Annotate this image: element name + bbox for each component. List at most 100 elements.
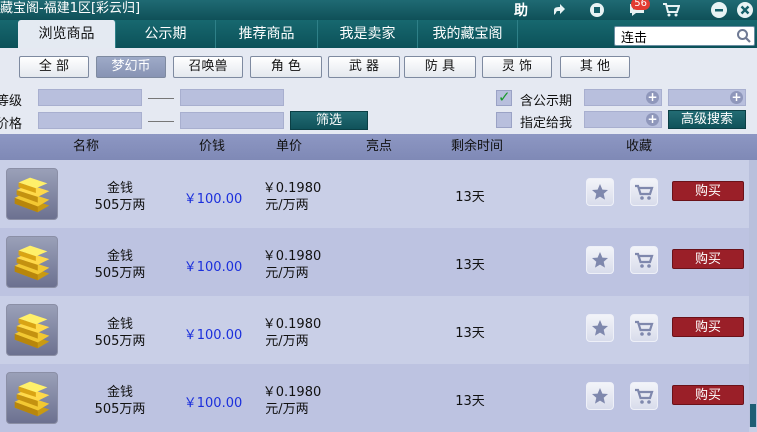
- level-range-dash: [148, 98, 174, 99]
- buy-button[interactable]: 购买: [672, 181, 744, 201]
- favorite-button[interactable]: [586, 178, 614, 206]
- category-bar: 全 部 梦幻币 召唤兽 角 色 武 器 防 具 灵 饰 其 他: [0, 48, 757, 86]
- add-to-cart-button[interactable]: [630, 246, 658, 274]
- scrollbar[interactable]: [749, 160, 757, 427]
- share-button[interactable]: [544, 0, 574, 20]
- header-price: 价钱: [199, 139, 226, 154]
- plus-icon: +: [730, 90, 743, 104]
- advanced-search-button[interactable]: 高级搜索: [668, 110, 746, 129]
- search-input[interactable]: [615, 27, 733, 46]
- gold-ingot-icon[interactable]: [6, 168, 58, 220]
- cart-icon: [663, 3, 680, 17]
- assigned-to-me-label: 指定给我: [520, 116, 573, 131]
- search-icon[interactable]: [736, 28, 752, 44]
- unit-price-unit: 元/万两: [265, 198, 309, 213]
- price-min-input[interactable]: [38, 112, 142, 129]
- plus-icon: +: [646, 112, 659, 126]
- scrollbar-thumb[interactable]: [750, 404, 756, 427]
- tab-my-treasure[interactable]: 我的藏宝阁: [418, 20, 518, 48]
- close-button[interactable]: [730, 0, 757, 20]
- share-icon: [554, 4, 565, 15]
- gold-ingot-icon[interactable]: [6, 372, 58, 424]
- unit-price-unit: 元/万两: [265, 334, 309, 349]
- table-row[interactable]: 金钱 505万两 ￥100.00 ￥0.1980 元/万两 13天 购买: [0, 160, 749, 228]
- cart-icon: [635, 252, 654, 268]
- buy-button[interactable]: 购买: [672, 249, 744, 269]
- plus-icon: +: [646, 90, 659, 104]
- item-price: ￥100.00: [183, 260, 243, 275]
- cart-icon: [635, 184, 654, 200]
- title-bar: 藏宝阁-福建1区[彩云归] 助 56: [0, 0, 757, 20]
- item-price: ￥100.00: [183, 396, 243, 411]
- item-quantity: 505万两: [94, 198, 146, 213]
- unit-price-unit: 元/万两: [265, 266, 309, 281]
- category-accessories[interactable]: 灵 饰: [482, 56, 552, 78]
- remaining-time: 13天: [455, 190, 485, 205]
- buy-button[interactable]: 购买: [672, 385, 744, 405]
- cart-button[interactable]: [656, 0, 686, 20]
- cart-icon: [635, 388, 654, 404]
- favorite-button[interactable]: [586, 382, 614, 410]
- header-unit-price: 单价: [276, 139, 303, 154]
- category-pets[interactable]: 召唤兽: [173, 56, 243, 78]
- stop-icon: [590, 3, 604, 17]
- messages-button[interactable]: 56: [622, 0, 652, 20]
- category-weapons[interactable]: 武 器: [328, 56, 400, 78]
- window-title: 藏宝阁-福建1区[彩云归]: [0, 1, 141, 16]
- item-price: ￥100.00: [183, 328, 243, 343]
- table-row[interactable]: 金钱 505万两 ￥100.00 ￥0.1980 元/万两 13天 购买: [0, 228, 749, 296]
- level-min-input[interactable]: [38, 89, 142, 106]
- header-highlight: 亮点: [366, 139, 393, 154]
- server-select-1[interactable]: +: [584, 89, 662, 106]
- close-icon: [737, 2, 753, 18]
- price-max-input[interactable]: [180, 112, 284, 129]
- item-quantity: 505万两: [94, 334, 146, 349]
- header-remaining-time: 剩余时间: [451, 139, 504, 154]
- favorite-button[interactable]: [586, 314, 614, 342]
- add-to-cart-button[interactable]: [630, 314, 658, 342]
- add-to-cart-button[interactable]: [630, 178, 658, 206]
- cart-icon: [635, 320, 654, 336]
- include-public-label: 含公示期: [520, 94, 573, 109]
- table-header: 名称 价钱 单价 亮点 剩余时间 收藏: [0, 134, 757, 160]
- add-to-cart-button[interactable]: [630, 382, 658, 410]
- star-icon: [592, 184, 608, 200]
- gold-ingot-icon[interactable]: [6, 304, 58, 356]
- include-public-checkbox[interactable]: [496, 88, 512, 106]
- remaining-time: 13天: [455, 326, 485, 341]
- favorite-button[interactable]: [586, 246, 614, 274]
- search-box: [614, 26, 755, 46]
- table-row[interactable]: 金钱 505万两 ￥100.00 ￥0.1980 元/万两 13天 购买: [0, 296, 749, 364]
- category-armor[interactable]: 防 具: [404, 56, 476, 78]
- stop-button[interactable]: [582, 0, 612, 20]
- server-select-2[interactable]: +: [668, 89, 746, 106]
- header-favorite: 收藏: [626, 139, 653, 154]
- tab-seller[interactable]: 我是卖家: [318, 20, 418, 48]
- tab-public[interactable]: 公示期: [116, 20, 216, 48]
- star-icon: [592, 388, 608, 404]
- filter-panel: 等级 价格 筛选 含公示期 + + 指定给我 + 高级搜索: [0, 86, 757, 134]
- header-name: 名称: [73, 139, 100, 154]
- tab-recommended[interactable]: 推荐商品: [216, 20, 318, 48]
- table-row[interactable]: 金钱 505万两 ￥100.00 ￥0.1980 元/万两 13天 购买: [0, 364, 749, 432]
- category-currency[interactable]: 梦幻币: [96, 56, 166, 78]
- star-icon: [592, 252, 608, 268]
- price-range-dash: [148, 121, 174, 122]
- level-label: 等级: [0, 94, 23, 109]
- filter-button[interactable]: 筛选: [290, 111, 368, 130]
- buy-button[interactable]: 购买: [672, 317, 744, 337]
- level-max-input[interactable]: [180, 89, 284, 106]
- server-select-3[interactable]: +: [584, 111, 662, 128]
- gold-ingot-icon[interactable]: [6, 236, 58, 288]
- category-other[interactable]: 其 他: [560, 56, 630, 78]
- help-button[interactable]: 助: [506, 0, 536, 20]
- tab-browse[interactable]: 浏览商品: [18, 20, 116, 48]
- item-quantity: 505万两: [94, 402, 146, 417]
- remaining-time: 13天: [455, 258, 485, 273]
- category-characters[interactable]: 角 色: [250, 56, 322, 78]
- category-all[interactable]: 全 部: [19, 56, 89, 78]
- assigned-to-me-checkbox[interactable]: [496, 112, 512, 128]
- price-label: 价格: [0, 117, 23, 132]
- unit-price-unit: 元/万两: [265, 402, 309, 417]
- help-icon: 助: [514, 3, 528, 19]
